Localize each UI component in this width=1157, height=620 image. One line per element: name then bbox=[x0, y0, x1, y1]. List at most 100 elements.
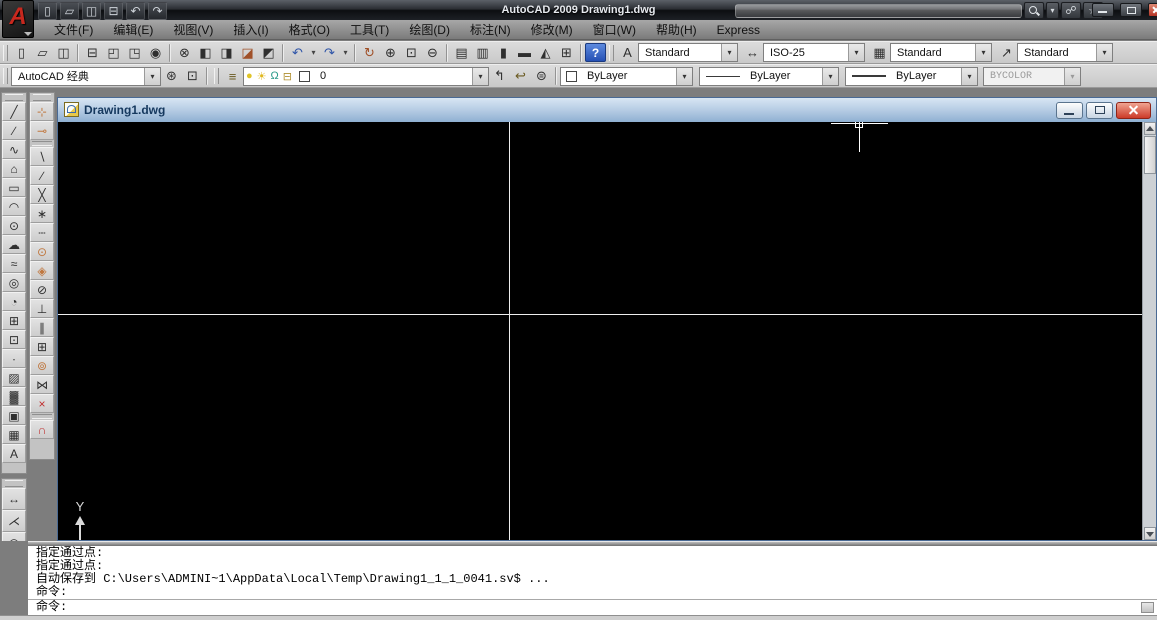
tool-palettes-button[interactable]: ▮ bbox=[493, 43, 514, 63]
toolbar-grip[interactable] bbox=[609, 44, 614, 61]
gradient-button[interactable]: ▓ bbox=[2, 387, 26, 406]
dimension-style-combo[interactable]: ISO-25 ▾ bbox=[763, 43, 865, 62]
drawing-canvas[interactable]: Y bbox=[58, 122, 1142, 540]
cut-button[interactable]: ⊗ bbox=[174, 43, 195, 63]
publish-button[interactable]: ◳ bbox=[124, 43, 145, 63]
menu-tools[interactable]: 工具(T) bbox=[340, 20, 399, 40]
snap-to-intersection-button[interactable]: ╳ bbox=[30, 185, 54, 204]
menu-express[interactable]: Express bbox=[707, 20, 770, 40]
linear-dimension-button[interactable]: ↔ bbox=[2, 488, 26, 510]
toolbar-grip[interactable] bbox=[33, 94, 51, 101]
ellipse-arc-button[interactable]: ◔ bbox=[2, 292, 26, 311]
plot-preview-button[interactable]: ◰ bbox=[103, 43, 124, 63]
rectangle-button[interactable]: ▭ bbox=[2, 178, 26, 197]
menu-format[interactable]: 格式(O) bbox=[279, 20, 340, 40]
scrollbar-thumb[interactable] bbox=[1144, 136, 1156, 174]
snap-to-node-button[interactable]: ⊚ bbox=[30, 356, 54, 375]
chevron-down-icon[interactable]: ▾ bbox=[848, 44, 864, 61]
polyline-button[interactable]: ∿ bbox=[2, 140, 26, 159]
text-style-combo[interactable]: Standard ▾ bbox=[638, 43, 738, 62]
pan-realtime-button[interactable]: ↻ bbox=[359, 43, 380, 63]
menu-file[interactable]: 文件(F) bbox=[44, 20, 103, 40]
insert-block-button[interactable]: ⊞ bbox=[2, 311, 26, 330]
vertical-scrollbar[interactable] bbox=[1142, 122, 1156, 540]
region-button[interactable]: ▣ bbox=[2, 406, 26, 425]
block-editor-button[interactable]: ◩ bbox=[258, 43, 279, 63]
table-style-button[interactable]: ▦ bbox=[869, 43, 890, 63]
quickcalc-button[interactable]: ⊞ bbox=[556, 43, 577, 63]
layer-properties-manager-button[interactable]: ≡ bbox=[222, 66, 243, 86]
snap-to-midpoint-button[interactable]: ∕ bbox=[30, 166, 54, 185]
document-close-button[interactable] bbox=[1116, 102, 1151, 119]
multiline-text-button[interactable]: A bbox=[2, 444, 26, 463]
menu-dimension[interactable]: 标注(N) bbox=[460, 20, 521, 40]
table-button[interactable]: ▦ bbox=[2, 425, 26, 444]
document-restore-button[interactable] bbox=[1086, 102, 1113, 119]
chevron-down-icon[interactable]: ▾ bbox=[721, 44, 737, 61]
open-button[interactable]: ▱ bbox=[32, 43, 53, 63]
toolbar-grip[interactable] bbox=[3, 44, 8, 61]
match-properties-button[interactable]: ◪ bbox=[237, 43, 258, 63]
construction-line-button[interactable]: ∕ bbox=[2, 121, 26, 140]
text-style-button[interactable]: A bbox=[617, 43, 638, 63]
chevron-down-icon[interactable]: ▾ bbox=[472, 67, 488, 85]
hatch-button[interactable]: ▨ bbox=[2, 368, 26, 387]
spline-button[interactable]: ≈ bbox=[2, 254, 26, 273]
toolbar-grip[interactable] bbox=[5, 480, 23, 487]
sheet-set-manager-button[interactable]: ▬ bbox=[514, 43, 535, 63]
redo-flyout-button[interactable]: ▾ bbox=[340, 43, 351, 63]
menu-insert[interactable]: 插入(I) bbox=[223, 20, 278, 40]
toolbar-grip[interactable] bbox=[214, 68, 219, 84]
point-button[interactable]: ∙ bbox=[2, 349, 26, 368]
markup-set-manager-button[interactable]: ◭ bbox=[535, 43, 556, 63]
snap-to-apparent-intersection-button[interactable]: ∗ bbox=[30, 204, 54, 223]
snap-to-insert-button[interactable]: ⊞ bbox=[30, 337, 54, 356]
search-button[interactable] bbox=[1024, 2, 1044, 19]
document-minimize-button[interactable] bbox=[1056, 102, 1083, 119]
object-color-combo[interactable]: ByLayer ▾ bbox=[560, 66, 693, 86]
osnap-settings-button[interactable]: ∩ bbox=[30, 420, 54, 439]
command-history[interactable]: 指定通过点: 指定通过点: 自动保存到 C:\Users\ADMINI~1\AppD… bbox=[28, 546, 1157, 599]
scroll-up-button[interactable] bbox=[1144, 122, 1156, 135]
paste-button[interactable]: ◨ bbox=[216, 43, 237, 63]
snap-to-quadrant-button[interactable]: ◈ bbox=[30, 261, 54, 280]
layer-lock-icon[interactable]: Ω bbox=[271, 70, 279, 82]
help-button[interactable]: ? bbox=[585, 43, 606, 62]
zoom-realtime-button[interactable]: ⊕ bbox=[380, 43, 401, 63]
search-dropdown-button[interactable]: ▾ bbox=[1046, 2, 1059, 19]
polygon-button[interactable]: ⌂ bbox=[2, 159, 26, 178]
table-style-combo[interactable]: Standard ▾ bbox=[890, 43, 992, 62]
close-button[interactable] bbox=[1148, 3, 1157, 17]
snap-to-endpoint-button[interactable]: ∖ bbox=[30, 147, 54, 166]
ellipse-button[interactable]: ◎ bbox=[2, 273, 26, 292]
snap-to-extension-button[interactable]: ┄ bbox=[30, 223, 54, 242]
document-title-bar[interactable]: Drawing1.dwg bbox=[58, 98, 1156, 123]
menu-window[interactable]: 窗口(W) bbox=[583, 20, 646, 40]
make-block-button[interactable]: ⊡ bbox=[2, 330, 26, 349]
chevron-down-icon[interactable]: ▾ bbox=[975, 44, 991, 61]
minimize-button[interactable] bbox=[1092, 3, 1114, 17]
workspace-settings-button[interactable]: ⊛ bbox=[161, 66, 182, 86]
temporary-track-point-button[interactable]: ⊹ bbox=[30, 102, 54, 121]
zoom-previous-button[interactable]: ⊖ bbox=[422, 43, 443, 63]
multileader-style-combo[interactable]: Standard ▾ bbox=[1017, 43, 1113, 62]
arc-button[interactable]: ◠ bbox=[2, 197, 26, 216]
copy-button[interactable]: ◧ bbox=[195, 43, 216, 63]
snap-to-parallel-button[interactable]: ∥ bbox=[30, 318, 54, 337]
my-workspace-button[interactable]: ⊡ bbox=[182, 66, 203, 86]
line-button[interactable]: ╱ bbox=[2, 102, 26, 121]
chevron-down-icon[interactable]: ▾ bbox=[822, 67, 838, 85]
menu-edit[interactable]: 编辑(E) bbox=[103, 20, 163, 40]
horizontal-construction-line[interactable] bbox=[58, 314, 1142, 315]
layer-freeze-sun-icon[interactable]: ☀ bbox=[257, 70, 267, 83]
designcenter-button[interactable]: ▥ bbox=[472, 43, 493, 63]
command-resize-grip[interactable] bbox=[1141, 602, 1154, 613]
chevron-down-icon[interactable]: ▾ bbox=[144, 67, 160, 85]
snap-from-button[interactable]: ⊸ bbox=[30, 121, 54, 140]
menu-modify[interactable]: 修改(M) bbox=[521, 20, 583, 40]
layer-combo[interactable]: ● ☀ Ω ⊟ 0 ▾ bbox=[243, 66, 489, 86]
save-button[interactable]: ◫ bbox=[53, 43, 74, 63]
chevron-down-icon[interactable]: ▾ bbox=[961, 67, 977, 85]
menu-help[interactable]: 帮助(H) bbox=[646, 20, 707, 40]
aligned-dimension-button[interactable]: ⋌ bbox=[2, 510, 26, 532]
